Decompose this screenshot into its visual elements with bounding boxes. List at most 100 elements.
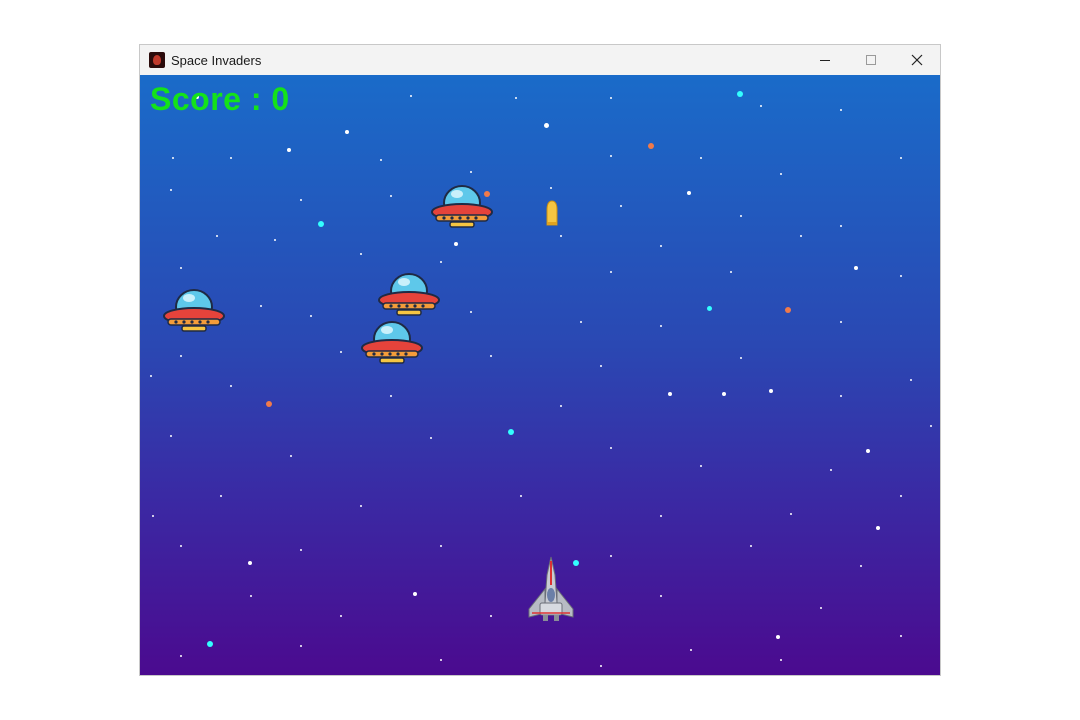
- star: [180, 267, 182, 269]
- star: [840, 395, 842, 397]
- star: [687, 191, 691, 195]
- star: [360, 505, 362, 507]
- star: [230, 157, 232, 159]
- app-icon: [149, 52, 165, 68]
- score-label: Score : 0: [150, 81, 290, 117]
- star: [318, 221, 324, 227]
- star: [610, 97, 612, 99]
- star: [722, 392, 726, 396]
- star: [345, 130, 349, 134]
- star: [580, 321, 582, 323]
- star: [690, 649, 692, 651]
- star: [508, 429, 514, 435]
- star: [560, 405, 562, 407]
- star: [550, 187, 552, 189]
- star: [740, 357, 742, 359]
- star: [440, 659, 442, 661]
- star: [413, 592, 417, 596]
- star: [707, 306, 712, 311]
- star: [600, 665, 602, 667]
- star: [287, 148, 291, 152]
- ufo-enemy: [431, 185, 493, 228]
- star: [780, 173, 782, 175]
- bullet: [546, 200, 558, 226]
- star: [930, 425, 932, 427]
- ufo-enemy: [163, 289, 225, 332]
- star: [737, 91, 743, 97]
- star: [790, 513, 792, 515]
- star: [610, 555, 612, 557]
- minimize-icon: [820, 60, 830, 61]
- star: [300, 645, 302, 647]
- star: [150, 375, 152, 377]
- star: [390, 195, 392, 197]
- star: [620, 205, 622, 207]
- close-button[interactable]: [894, 45, 940, 75]
- title-bar[interactable]: Space Invaders: [140, 45, 940, 75]
- star: [785, 307, 791, 313]
- star: [490, 615, 492, 617]
- star: [300, 199, 302, 201]
- close-icon: [911, 54, 923, 66]
- star: [900, 495, 902, 497]
- star: [380, 159, 382, 161]
- star: [776, 635, 780, 639]
- star: [470, 171, 472, 173]
- maximize-button[interactable]: [848, 45, 894, 75]
- star: [266, 401, 272, 407]
- star: [490, 355, 492, 357]
- star: [172, 157, 174, 159]
- star: [170, 189, 172, 191]
- star: [390, 395, 392, 397]
- star: [340, 351, 342, 353]
- star: [310, 315, 312, 317]
- star: [300, 549, 302, 551]
- window-title: Space Invaders: [171, 52, 262, 68]
- star: [648, 143, 654, 149]
- star: [440, 545, 442, 547]
- star: [730, 271, 732, 273]
- window-controls: [802, 45, 940, 75]
- star: [216, 235, 218, 237]
- star: [360, 253, 362, 255]
- star: [660, 325, 662, 327]
- star: [840, 225, 842, 227]
- star: [854, 266, 858, 270]
- star: [470, 311, 472, 313]
- star: [866, 449, 870, 453]
- minimize-button[interactable]: [802, 45, 848, 75]
- star: [860, 565, 862, 567]
- star: [840, 109, 842, 111]
- star: [340, 615, 342, 617]
- star: [660, 595, 662, 597]
- ufo-enemy: [361, 321, 423, 364]
- star: [740, 215, 742, 217]
- star: [207, 641, 213, 647]
- star: [454, 242, 458, 246]
- star: [769, 389, 773, 393]
- star: [840, 321, 842, 323]
- player-spaceship: [528, 556, 574, 621]
- star: [910, 379, 912, 381]
- star: [876, 526, 880, 530]
- star: [660, 245, 662, 247]
- star: [274, 239, 276, 241]
- maximize-icon: [866, 55, 876, 65]
- star: [780, 659, 782, 661]
- star: [230, 385, 232, 387]
- star: [250, 595, 252, 597]
- star: [700, 157, 702, 159]
- star: [820, 607, 822, 609]
- star: [180, 545, 182, 547]
- star: [900, 157, 902, 159]
- star: [430, 437, 432, 439]
- star: [610, 271, 612, 273]
- game-window: Space Invaders Score : 0: [139, 44, 941, 676]
- star: [440, 261, 442, 263]
- star: [668, 392, 672, 396]
- star: [660, 515, 662, 517]
- game-canvas[interactable]: Score : 0: [140, 75, 940, 675]
- star: [170, 435, 172, 437]
- star: [700, 465, 702, 467]
- ufo-enemy: [378, 273, 440, 316]
